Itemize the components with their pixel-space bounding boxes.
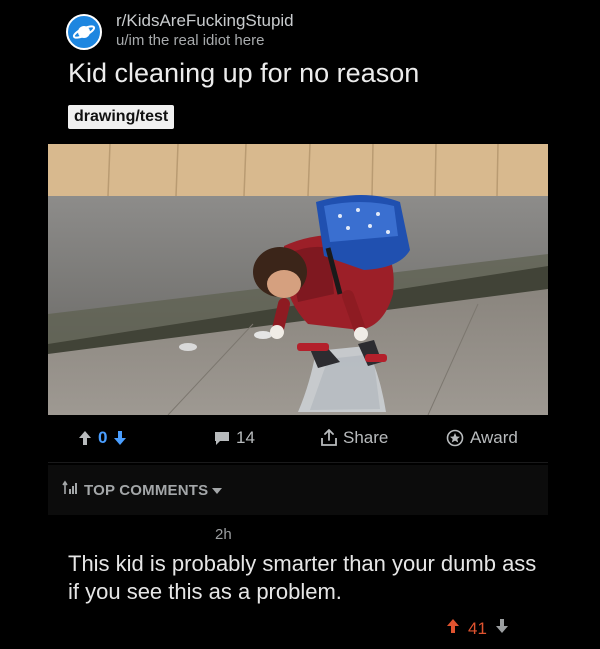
divider — [48, 462, 548, 463]
post-image[interactable] — [48, 144, 548, 415]
award-label: Award — [470, 428, 518, 447]
comment-upvote-arrow-up-icon[interactable] — [446, 618, 460, 639]
subreddit-planet-icon[interactable] — [66, 14, 102, 50]
vote-group: 0 — [78, 428, 127, 448]
caret-down-icon — [212, 482, 223, 499]
award-button[interactable]: Award — [446, 428, 518, 448]
comment-sort-bar[interactable]: TOP COMMENTS — [48, 465, 548, 515]
share-button[interactable]: Share — [320, 428, 388, 448]
comment-text: This kid is probably smarter than your d… — [68, 551, 537, 604]
award-star-icon — [446, 429, 464, 447]
comment-timestamp: 2h — [215, 526, 232, 543]
post-author[interactable]: u/im the real idiot here — [116, 32, 264, 49]
speech-bubble-icon — [214, 430, 230, 446]
sort-icon — [62, 480, 78, 500]
comment-vote-count: 41 — [468, 618, 487, 638]
post-header: r/KidsAreFuckingStupid u/im the real idi… — [66, 11, 588, 55]
post-title[interactable]: Kid cleaning up for no reason — [68, 58, 419, 89]
share-label: Share — [343, 428, 389, 447]
comment-downvote-arrow-down-icon[interactable] — [495, 618, 509, 639]
comment-vote-group: 41 — [446, 618, 509, 639]
share-icon — [320, 429, 338, 447]
comment-count: 14 — [236, 428, 255, 447]
post-flair[interactable]: drawing/test — [68, 105, 175, 129]
upvote-arrow-up-icon[interactable] — [78, 430, 92, 446]
comments-button[interactable]: 14 — [214, 428, 255, 448]
post-action-bar: 0 14 Share Award — [48, 424, 548, 456]
sort-label: TOP COMMENTS — [84, 481, 209, 499]
downvote-arrow-down-icon[interactable] — [113, 430, 127, 446]
vote-count: 0 — [98, 428, 108, 447]
subreddit-name[interactable]: r/KidsAreFuckingStupid — [116, 11, 294, 31]
